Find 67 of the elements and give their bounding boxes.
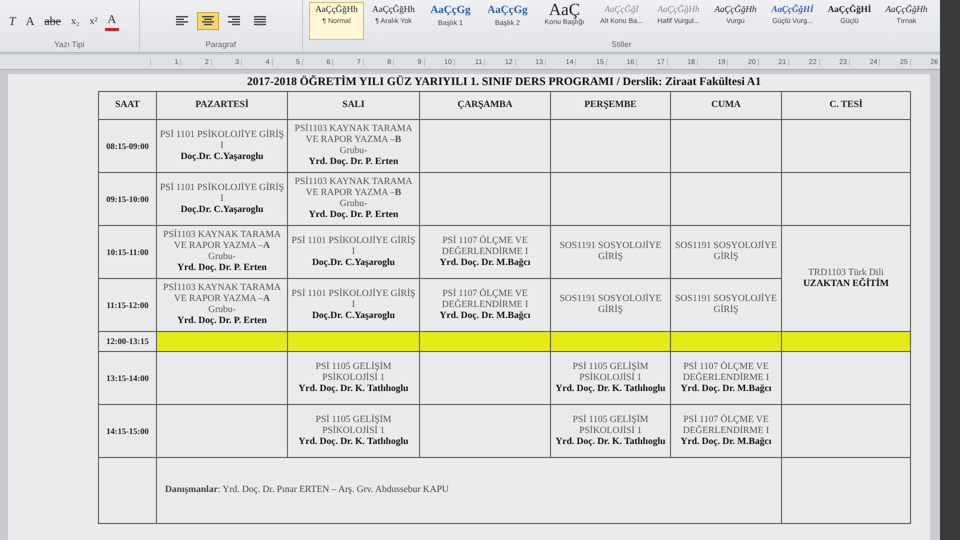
time-cell: 14:15-15:00 [99,405,157,458]
lecturer-name: Yrd. Doç. Dr. P. Erten [177,263,267,274]
group-label: Yazı Tipi [53,40,86,51]
course-name: PSİ1103 KAYNAK TARAMA VE RAPOR YAZMA –A Grubu- [162,230,282,263]
group-label: Paragraf [204,40,238,51]
group-label: Stiller [610,40,632,51]
lecturer-name: Yrd. Doç. Dr. K. Tatlılıoglu [298,436,408,448]
column-header: SAAT [99,92,157,120]
course-name: PSİ 1107 ÖLÇME VE DEĞERLENDİRME I [682,362,770,384]
course-name: PSİ 1107 ÖLÇME VE DEĞERLENDİRME I [440,236,530,258]
course-name: TRD1103 Türk Dili [808,268,884,278]
lecturer-name: Yrd. Doç. Dr. K. Tatlılıoglu [556,384,666,394]
align-center-icon [202,16,214,26]
lecturer-name: UZAKTAN EĞİTİM [803,278,889,290]
course-name: PSİ1103 KAYNAK TARAMA VE RAPOR YAZMA –A Grubu- [162,283,282,316]
column-header: PERŞEMBE [551,92,671,120]
course-name: PSİ 1101 PSİKOLOJİYE GİRİŞ I [160,130,284,152]
lecturer-name: Yrd. Doç. Dr. P. Erten [308,157,398,168]
document-title: 2017-2018 ÖĞRETİM YILI GÜZ YARIYILI 1. SINIF DERS PROGRAMI / Derslik: Ziraat Fakültesi A1 [246,76,762,88]
course-name: SOS1191 SOSYOLOJİYE GİRİŞ [674,241,778,263]
lecturer-name: Yrd. Doç. Dr. P. Erten [177,316,267,327]
column-header: CUMA [671,92,782,120]
lecturer-name: Doç.Dr. C.Yaşaroglu [312,258,395,268]
toolbar-button[interactable]: A [104,11,120,31]
column-header: PAZARTESİ [157,92,288,120]
toolbar-button[interactable]: x₂ [68,14,83,28]
time-cell: 11:15-12:00 [99,279,157,332]
align-left-icon [176,16,188,26]
lecturer-name: Yrd. Doç. Dr. M.Bağcı [440,310,530,322]
lecturer-name: Yrd. Doç. Dr. M.Bağcı [440,258,530,268]
lecturer-name: Doç.Dr. C.Yaşaroglu [312,310,395,322]
course-name: PSİ 1105 GELİŞİM PSİKOLOJİSİ 1 [572,414,650,436]
time-cell: 10:15-11:00 [99,226,157,279]
course-name: PSİ1103 KAYNAK TARAMA VE RAPOR YAZMA –B Grubu- [294,124,414,157]
course-name: PSİ 1101 PSİKOLOJİYE GİRİŞ I [160,182,284,204]
toolbar-button[interactable]: A [22,12,38,30]
course-name: SOS1191 SOSYOLOJİYE GİRİŞ [558,294,662,316]
lecturer-name: Yrd. Doç. Dr. K. Tatlılıoglu [556,436,666,448]
toolbar-button[interactable]: T [6,12,19,30]
course-name: PSİ 1105 GELİŞİM PSİKOLOJİSİ 1 [314,414,392,436]
lecturer-name: Yrd. Doç. Dr. M.Bağcı [680,436,772,448]
lecturer-name: Yrd. Doç. Dr. M.Bağcı [680,384,772,394]
advisors-note: Danışmanlar: Yrd. Doç. Dr. Pınar ERTEN – Arş. Grv. Abdussebur KAPU [165,485,449,496]
course-name: PSİ 1105 GELİŞİM PSİKOLOJİSİ 1 [572,362,650,384]
course-name: SOS1191 SOSYOLOJİYE GİRİŞ [558,241,662,263]
column-header: SALI [288,92,420,120]
course-name: PSİ 1105 GELİŞİM PSİKOLOJİSİ 1 [314,362,392,384]
toolbar-button[interactable]: abe [41,12,64,30]
course-name: PSİ1103 KAYNAK TARAMA VE RAPOR YAZMA –B Grubu- [294,177,414,210]
course-name: PSİ 1107 ÖLÇME VE DEĞERLENDİRME I [682,414,770,436]
course-name: PSİ 1107 ÖLÇME VE DEĞERLENDİRME I [440,288,530,310]
toolbar-button[interactable]: x² [86,14,101,28]
time-cell: 09:15-10:00 [99,173,157,226]
lecturer-name: Doç.Dr. C.Yaşaroglu [180,152,264,162]
course-name: SOS1191 SOSYOLOJİYE GİRİŞ [674,294,778,316]
column-header: C. TESİ [782,92,911,120]
course-name: PSİ 1101 PSİKOLOJİYE GİRİŞ I [291,288,416,310]
column-header: ÇARŞAMBA [420,92,551,120]
time-cell: 13:15-14:00 [99,352,157,405]
lecturer-name: Doç.Dr. C.Yaşaroglu [180,204,264,216]
time-cell: 08:15-09:00 [99,120,157,173]
lecturer-name: Yrd. Doç. Dr. K. Tatlılıoglu [298,384,408,394]
align-right-icon [228,16,240,26]
course-name: PSİ 1101 PSİKOLOJİYE GİRİŞ I [291,236,416,258]
align-justify-icon [254,16,266,26]
lecturer-name: Yrd. Doç. Dr. P. Erten [308,210,398,221]
align-center-button[interactable] [196,12,219,30]
